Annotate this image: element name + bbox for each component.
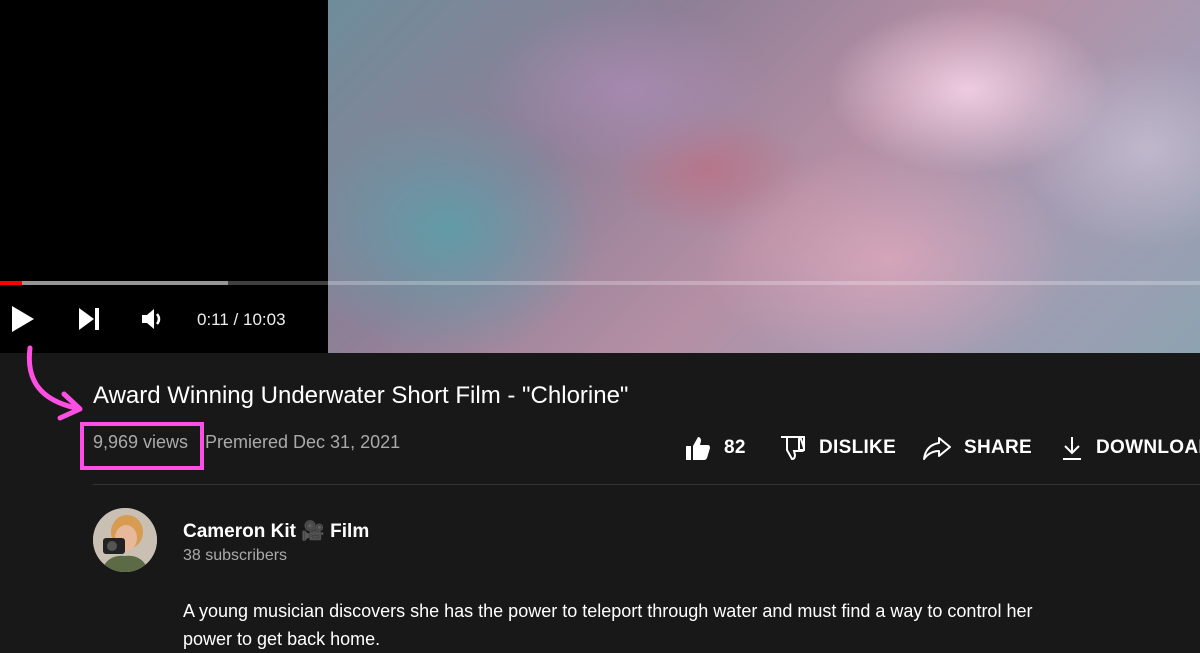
- video-frame[interactable]: [328, 0, 1200, 353]
- progress-played: [0, 281, 22, 285]
- premiere-date: Premiered Dec 31, 2021: [205, 432, 401, 452]
- annotation-arrow: [26, 345, 83, 421]
- time-total: 10:03: [243, 310, 286, 329]
- progress-bar[interactable]: [0, 281, 1200, 285]
- volume-icon: [142, 309, 161, 329]
- avatar-image: [93, 508, 157, 572]
- download-icon: [1063, 437, 1081, 460]
- volume-button[interactable]: [138, 304, 168, 334]
- view-count: 9,969 views: [93, 432, 189, 452]
- time-display: 0:11 / 10:03: [197, 310, 286, 330]
- video-player[interactable]: 0:11 / 10:03: [0, 0, 1200, 353]
- action-bar: 82 DISLIKE SHARE DOWNLOAD: [684, 430, 1200, 466]
- thumbs-down-icon: [781, 436, 806, 461]
- download-label: DOWNLOAD: [1096, 437, 1200, 458]
- share-label: SHARE: [964, 437, 1033, 458]
- like-count: 82: [724, 437, 746, 458]
- like-button[interactable]: 82: [684, 430, 746, 466]
- share-button[interactable]: SHARE: [922, 430, 1032, 466]
- download-button[interactable]: DOWNLOAD: [1060, 430, 1200, 466]
- video-title: Award Winning Underwater Short Film - "C…: [93, 382, 629, 409]
- subscriber-count: 38 subscribers: [183, 547, 288, 564]
- progress-buffered: [0, 281, 228, 285]
- thumbs-up-icon: [686, 437, 710, 460]
- video-meta: 9,969 views Premiered Dec 31, 2021: [93, 432, 400, 453]
- share-icon: [923, 437, 951, 460]
- channel-avatar[interactable]: [93, 508, 157, 572]
- dislike-label: DISLIKE: [819, 437, 897, 458]
- time-separator: /: [228, 310, 243, 329]
- time-current: 0:11: [197, 310, 229, 329]
- divider: [93, 484, 1200, 485]
- video-description: A young musician discovers she has the p…: [183, 601, 1033, 649]
- dislike-button[interactable]: DISLIKE: [779, 430, 896, 466]
- channel-name[interactable]: Cameron Kit 🎥 Film: [183, 519, 369, 543]
